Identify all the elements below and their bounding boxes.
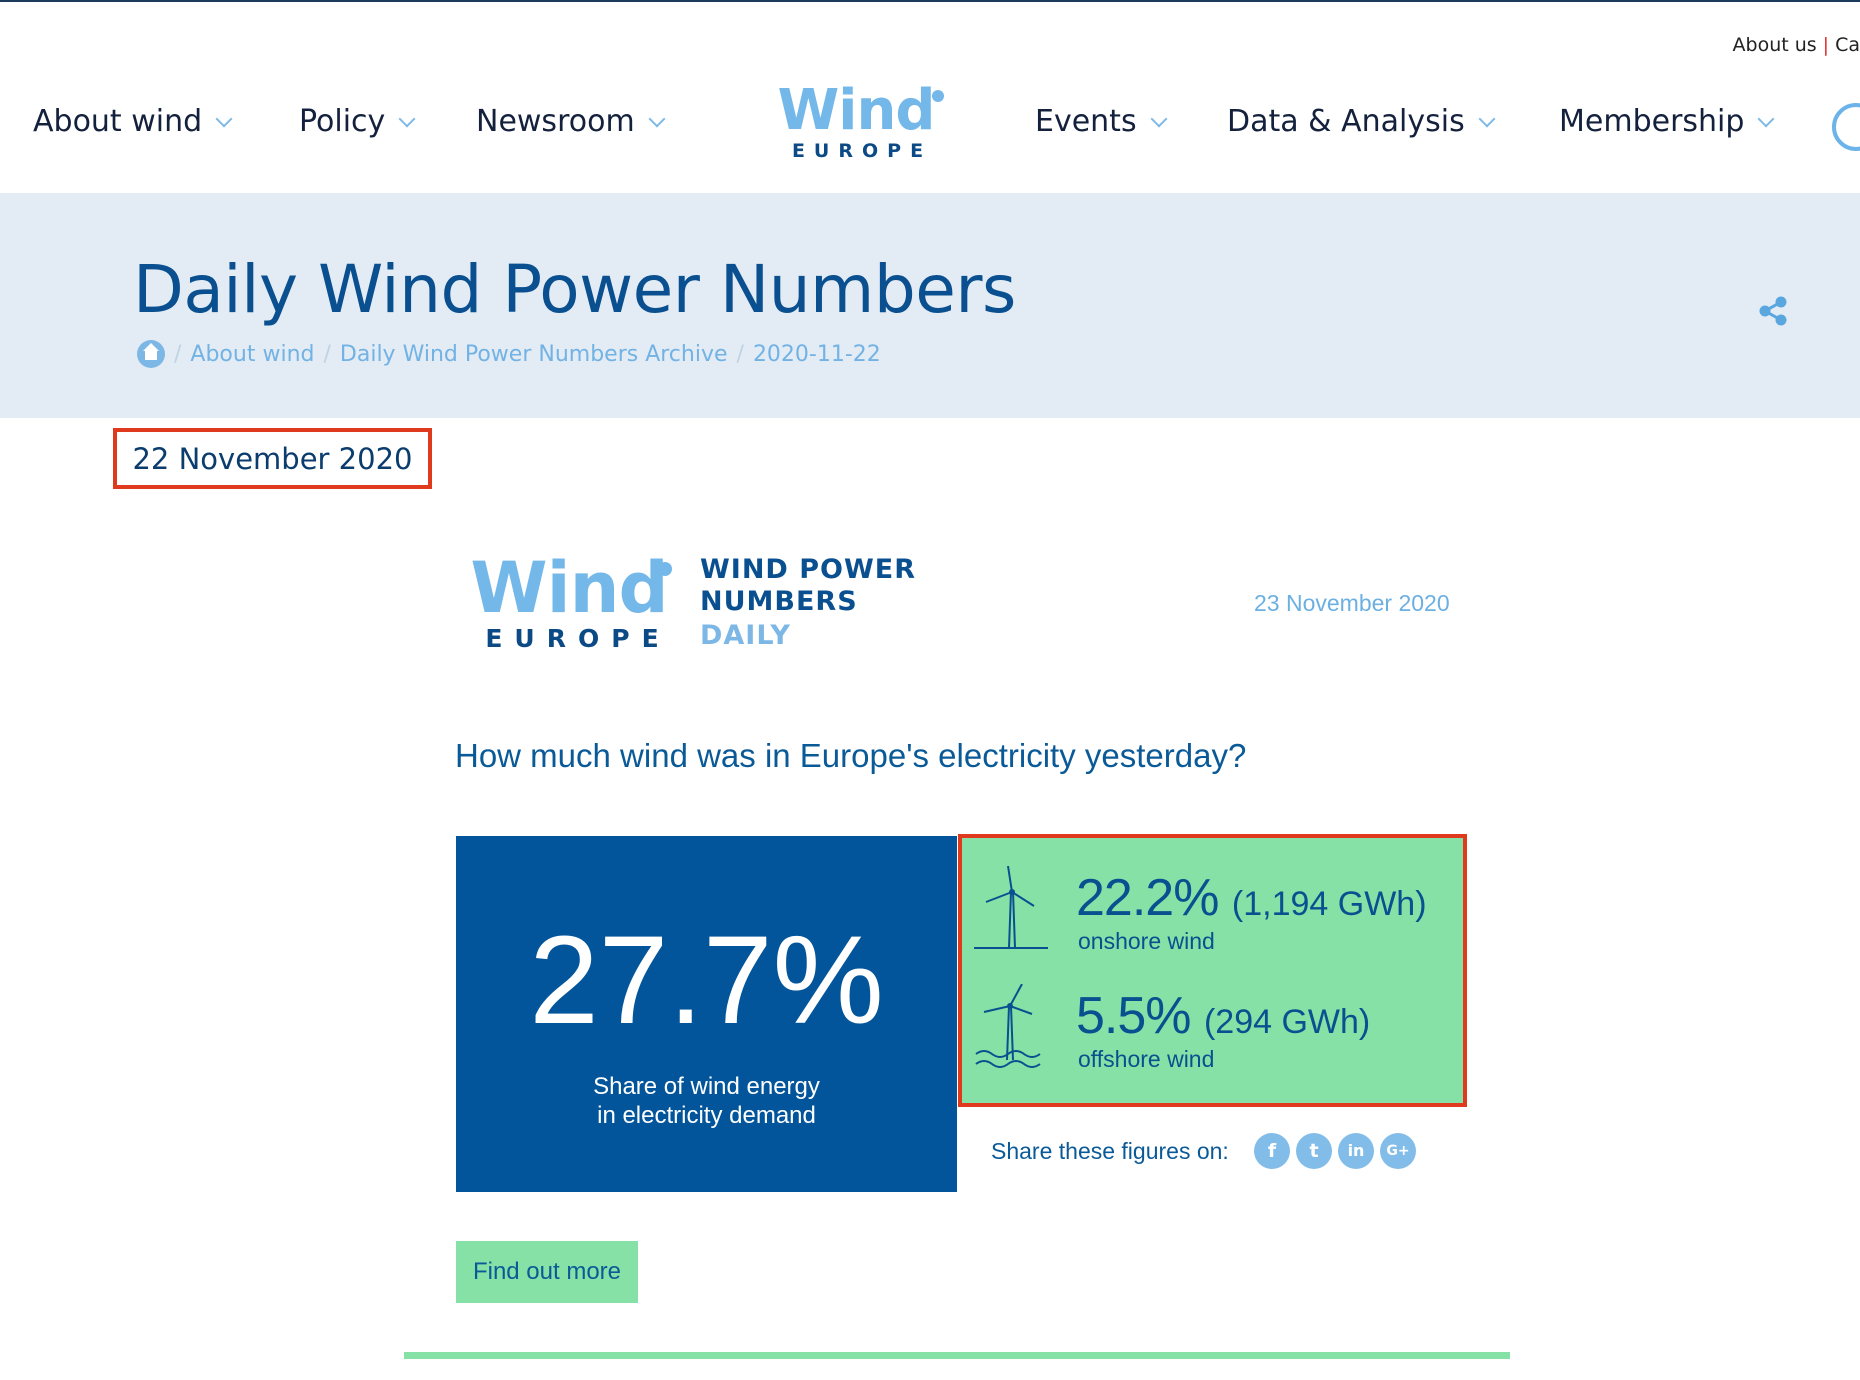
breadcrumb-separator: / [736,341,744,367]
about-us-link[interactable]: About us [1733,34,1817,56]
newsletter-logo: Wind EUROPE [454,548,684,658]
nav-label: Membership [1559,104,1745,139]
search-icon[interactable] [1832,103,1860,151]
chevron-down-icon [1150,110,1168,128]
newsletter-heading: WIND POWER NUMBERS DAILY [700,554,916,652]
heading-daily: DAILY [700,620,791,651]
offshore-gwh: (294 GWh) [1203,1003,1371,1041]
nav-data-analysis[interactable]: Data & Analysis [1227,100,1496,144]
logo-word: Wind [777,78,936,143]
share-icon[interactable] [1755,293,1791,329]
nav-about-wind[interactable]: About wind [33,100,233,144]
heading-line: WIND POWER [700,554,916,585]
onshore-gwh: (1,194 GWh) [1231,885,1427,923]
onshore-value: 22.2% (1,194 GWh) [1076,868,1427,928]
total-share-caption: Share of wind energy in electricity dema… [456,1072,957,1130]
chevron-down-icon [1478,110,1496,128]
find-out-more-button[interactable]: Find out more [456,1241,638,1303]
nav-label: Data & Analysis [1227,104,1465,139]
chevron-down-icon [398,110,416,128]
caption-line: in electricity demand [597,1102,816,1129]
page-hero: Daily Wind Power Numbers / About wind / … [0,193,1860,418]
page-title: Daily Wind Power Numbers [133,251,1016,328]
heading-line: NUMBERS [700,586,858,617]
twitter-icon[interactable]: t [1296,1133,1332,1169]
nav-events[interactable]: Events [1035,100,1168,144]
green-divider [404,1352,1510,1359]
offshore-turbine-icon [975,984,1041,1068]
breadcrumb-about-wind[interactable]: About wind [190,342,314,367]
wind-breakdown-panel: 22.2% (1,194 GWh) onshore wind 5.5% (294… [958,834,1467,1107]
nav-newsroom[interactable]: Newsroom [476,100,666,144]
nav-label: Policy [299,104,386,139]
nav-label: Events [1035,104,1137,139]
utility-links: About us | Ca [1733,34,1860,56]
linkedin-icon[interactable]: in [1338,1133,1374,1169]
onshore-turbine-icon [974,866,1048,949]
breadcrumb-separator: / [174,341,182,367]
total-share-panel: 27.7% Share of wind energy in electricit… [456,836,957,1192]
logo-word: Wind [470,547,668,629]
logo-dot [658,562,672,576]
breadcrumb: / About wind / Daily Wind Power Numbers … [137,340,881,368]
google-plus-icon[interactable]: G+ [1380,1133,1416,1169]
logo-subtitle: EUROPE [485,624,671,653]
nav-membership[interactable]: Membership [1559,100,1775,144]
breadcrumb-archive[interactable]: Daily Wind Power Numbers Archive [340,342,728,367]
logo-dot [932,90,944,102]
newsletter-date: 23 November 2020 [1254,590,1450,616]
offshore-value: 5.5% (294 GWh) [1076,986,1370,1046]
nav-policy[interactable]: Policy [299,100,416,144]
breadcrumb-separator: / [323,341,331,367]
windeurope-logo[interactable]: Wind EUROPE [766,78,946,168]
chevron-down-icon [648,110,666,128]
nav-label: Newsroom [476,104,635,139]
logo-subtitle: EUROPE [791,140,933,162]
total-share-value: 27.7% [529,911,884,1050]
breadcrumb-current: 2020-11-22 [752,341,881,367]
chevron-down-icon [215,110,233,128]
offshore-label: offshore wind [1078,1046,1215,1072]
nav-label: About wind [33,104,203,139]
contact-link[interactable]: Ca [1835,34,1860,56]
home-icon[interactable] [137,340,165,368]
chevron-down-icon [1757,110,1775,128]
offshore-percent: 5.5% [1076,987,1192,1045]
facebook-icon[interactable]: f [1254,1133,1290,1169]
offshore-row: 5.5% (294 GWh) offshore wind [962,956,1462,1072]
question-heading: How much wind was in Europe's electricit… [455,737,1247,774]
caption-line: Share of wind energy [593,1073,820,1100]
top-border [0,0,1860,2]
onshore-percent: 22.2% [1076,869,1219,927]
onshore-label: onshore wind [1078,928,1215,954]
utility-separator: | [1822,34,1830,56]
onshore-row: 22.2% (1,194 GWh) onshore wind [962,838,1462,954]
page-date: 22 November 2020 [113,428,432,489]
share-figures-label: Share these figures on: [991,1138,1229,1164]
